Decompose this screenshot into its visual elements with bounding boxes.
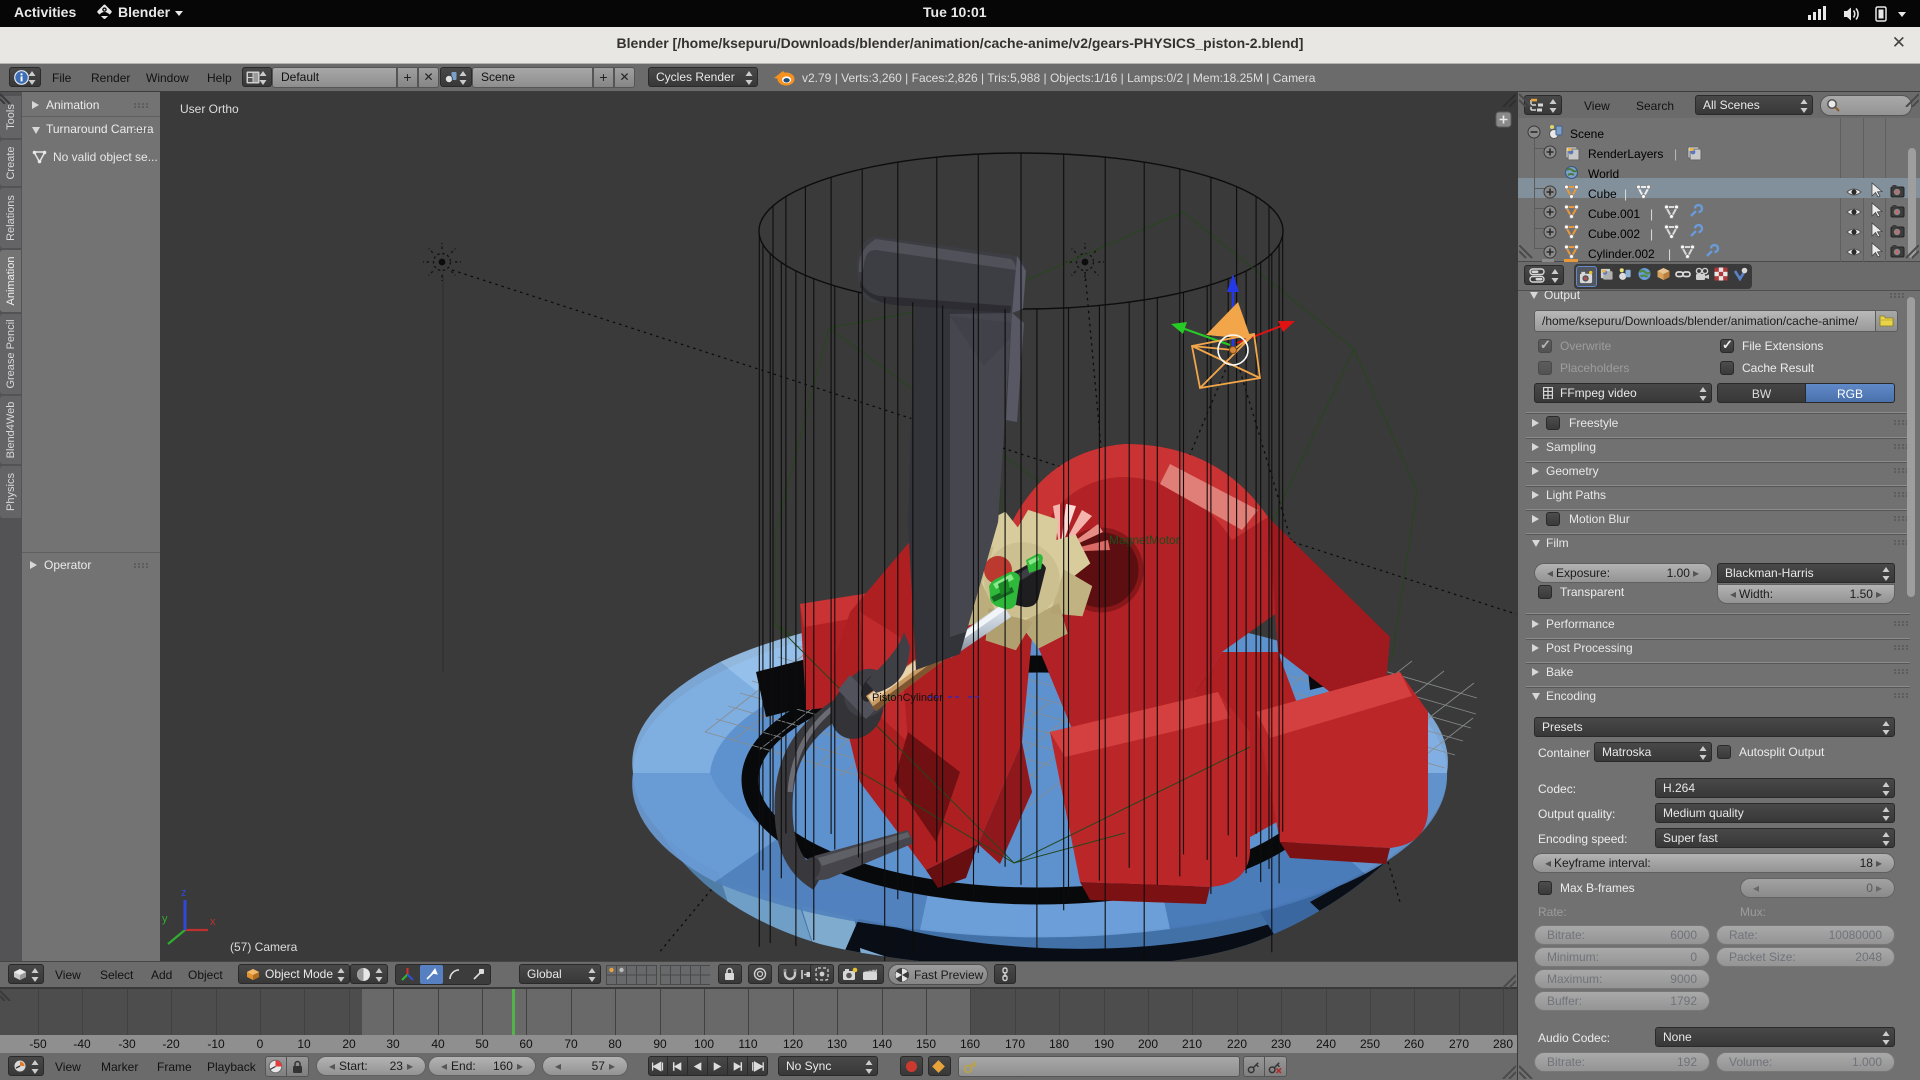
svg-text:Cube.001: Cube.001 (1588, 207, 1640, 221)
svg-text:|: | (1624, 187, 1627, 201)
svg-text:PistonCylinder: PistonCylinder (872, 692, 943, 704)
svg-text:Cylinder.002: Cylinder.002 (1588, 247, 1655, 261)
svg-text:|: | (1650, 227, 1653, 241)
svg-text:World: World (1588, 167, 1619, 181)
svg-text:Cube.002: Cube.002 (1588, 227, 1640, 241)
svg-text:RenderLayers: RenderLayers (1588, 147, 1663, 161)
svg-text:|: | (1650, 207, 1653, 221)
svg-text:y: y (162, 913, 168, 925)
svg-text:|: | (1674, 147, 1677, 161)
svg-text:Cube: Cube (1588, 187, 1617, 201)
svg-text:Scene: Scene (1570, 127, 1604, 141)
svg-text:x: x (210, 916, 216, 928)
svg-text:z: z (181, 887, 187, 899)
svg-text:|: | (1668, 247, 1671, 261)
